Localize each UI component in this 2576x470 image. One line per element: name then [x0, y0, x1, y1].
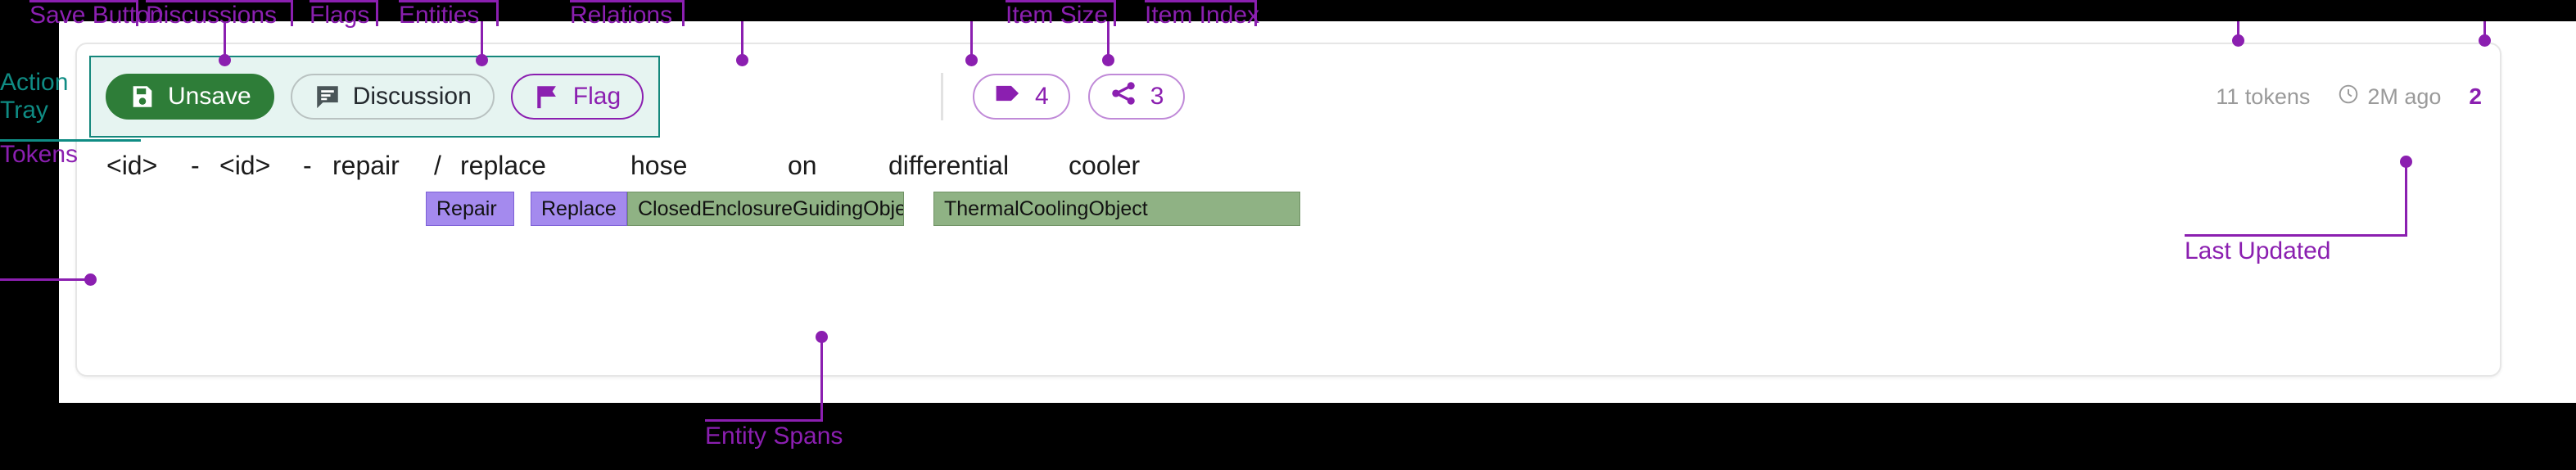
token[interactable]: - [303, 151, 312, 181]
annotation-action-tray: Action Tray [0, 69, 68, 124]
annotation-bracket [310, 0, 378, 2]
clock-icon [2338, 84, 2359, 111]
action-tray: Unsave Discussion Flag [89, 56, 661, 138]
leader-dot-tokens [84, 273, 97, 286]
leader-line-entity-spans [820, 336, 823, 421]
flag-button-label: Flag [572, 83, 621, 110]
share-icon [1109, 79, 1137, 114]
leader-dot-item-size [2232, 34, 2244, 47]
save-icon [129, 83, 156, 111]
token[interactable]: replace [460, 151, 546, 181]
token[interactable]: cooler [1069, 151, 1140, 181]
leader-line-tokens [0, 278, 90, 281]
token[interactable]: <id> [219, 151, 270, 181]
save-button[interactable]: Unsave [106, 74, 274, 120]
item-index-value: 2 [2469, 84, 2482, 109]
annotation-item-index: Item Index [1145, 2, 1260, 29]
app-panel: Unsave Discussion Flag 4 3 11 tokens 2M … [59, 21, 2576, 403]
token[interactable]: on [788, 151, 817, 181]
leader-dot-save [219, 54, 231, 66]
tag-icon [994, 81, 1022, 112]
flag-icon [534, 83, 562, 111]
relations-count-badge[interactable]: 3 [1087, 74, 1186, 120]
token-row: <id> - <id> - repair / replace hose on d… [106, 151, 2483, 257]
annotation-bracket [376, 0, 378, 26]
item-meta: 11 tokens 2M ago 2 [2216, 56, 2482, 138]
annotation-bracket [1114, 0, 1116, 26]
token[interactable]: differential [888, 151, 1009, 181]
annotation-action-tray-line2: Tray [0, 96, 48, 124]
annotation-item-size: Item Size [1006, 2, 1109, 29]
annotation-entity-spans: Entity Spans [705, 423, 843, 450]
relations-count-value: 3 [1150, 83, 1164, 110]
token[interactable]: <id> [106, 151, 157, 181]
annotation-tokens: Tokens [0, 141, 79, 168]
annotation-bracket [1145, 0, 1257, 2]
leader-dot-relations [1102, 54, 1114, 66]
annotation-bracket [136, 0, 138, 26]
annotation-bracket [29, 0, 138, 2]
save-button-label: Unsave [168, 83, 251, 110]
leader-dot-flags [736, 54, 748, 66]
annotation-flags: Flags [310, 2, 370, 29]
entities-count-badge[interactable]: 4 [973, 74, 1070, 120]
entities-count-value: 4 [1035, 83, 1049, 110]
item-toolbar: Unsave Discussion Flag 4 3 11 tokens 2M … [77, 44, 2500, 149]
leader-dot-entity-spans [816, 331, 828, 343]
flag-button[interactable]: Flag [510, 74, 644, 120]
annotation-discussions: Discussions [146, 2, 278, 29]
leader-dot-discussions [476, 54, 488, 66]
annotation-bracket [682, 0, 685, 26]
annotation-last-updated: Last Updated [2185, 237, 2331, 264]
annotation-entities: Entities [399, 2, 480, 29]
entity-span[interactable]: Replace [531, 192, 627, 226]
item-card: Unsave Discussion Flag 4 3 11 tokens 2M … [75, 43, 2501, 377]
comment-icon [314, 83, 341, 111]
annotation-bracket [1254, 0, 1257, 26]
annotation-action-tray-line1: Action [0, 69, 69, 96]
annotation-bracket [1006, 0, 1116, 2]
discussion-button[interactable]: Discussion [290, 74, 495, 120]
annotation-bracket [146, 0, 293, 2]
annotation-relations: Relations [570, 2, 673, 29]
token[interactable]: hose [630, 151, 687, 181]
count-group: 4 3 [941, 56, 1186, 138]
item-size-label: 11 tokens [2216, 84, 2311, 109]
leader-line-last-updated [2405, 160, 2407, 237]
annotation-bracket [570, 0, 685, 2]
entity-span[interactable]: ThermalCoolingObject [933, 192, 1300, 226]
annotation-save-button: Save Button [29, 2, 164, 29]
last-updated: 2M ago [2338, 84, 2441, 111]
last-updated-label: 2M ago [2367, 84, 2442, 109]
leader-line-last-updated [2185, 234, 2407, 237]
toolbar-divider [941, 73, 943, 120]
annotation-bracket [399, 0, 499, 2]
token[interactable]: / [434, 151, 441, 181]
annotation-bracket [496, 0, 499, 26]
token[interactable]: - [191, 151, 200, 181]
annotation-bracket [291, 0, 293, 26]
entity-span[interactable]: ClosedEnclosureGuidingObject [627, 192, 904, 226]
entity-span[interactable]: Repair [426, 192, 514, 226]
token[interactable]: repair [332, 151, 400, 181]
leader-dot-item-index [2479, 34, 2491, 47]
leader-dot-entities [965, 54, 978, 66]
leader-dot-last-updated [2400, 156, 2412, 168]
discussion-button-label: Discussion [352, 83, 472, 110]
leader-line-entity-spans [705, 419, 823, 422]
screenshot-root: Unsave Discussion Flag 4 3 11 tokens 2M … [0, 0, 2576, 470]
